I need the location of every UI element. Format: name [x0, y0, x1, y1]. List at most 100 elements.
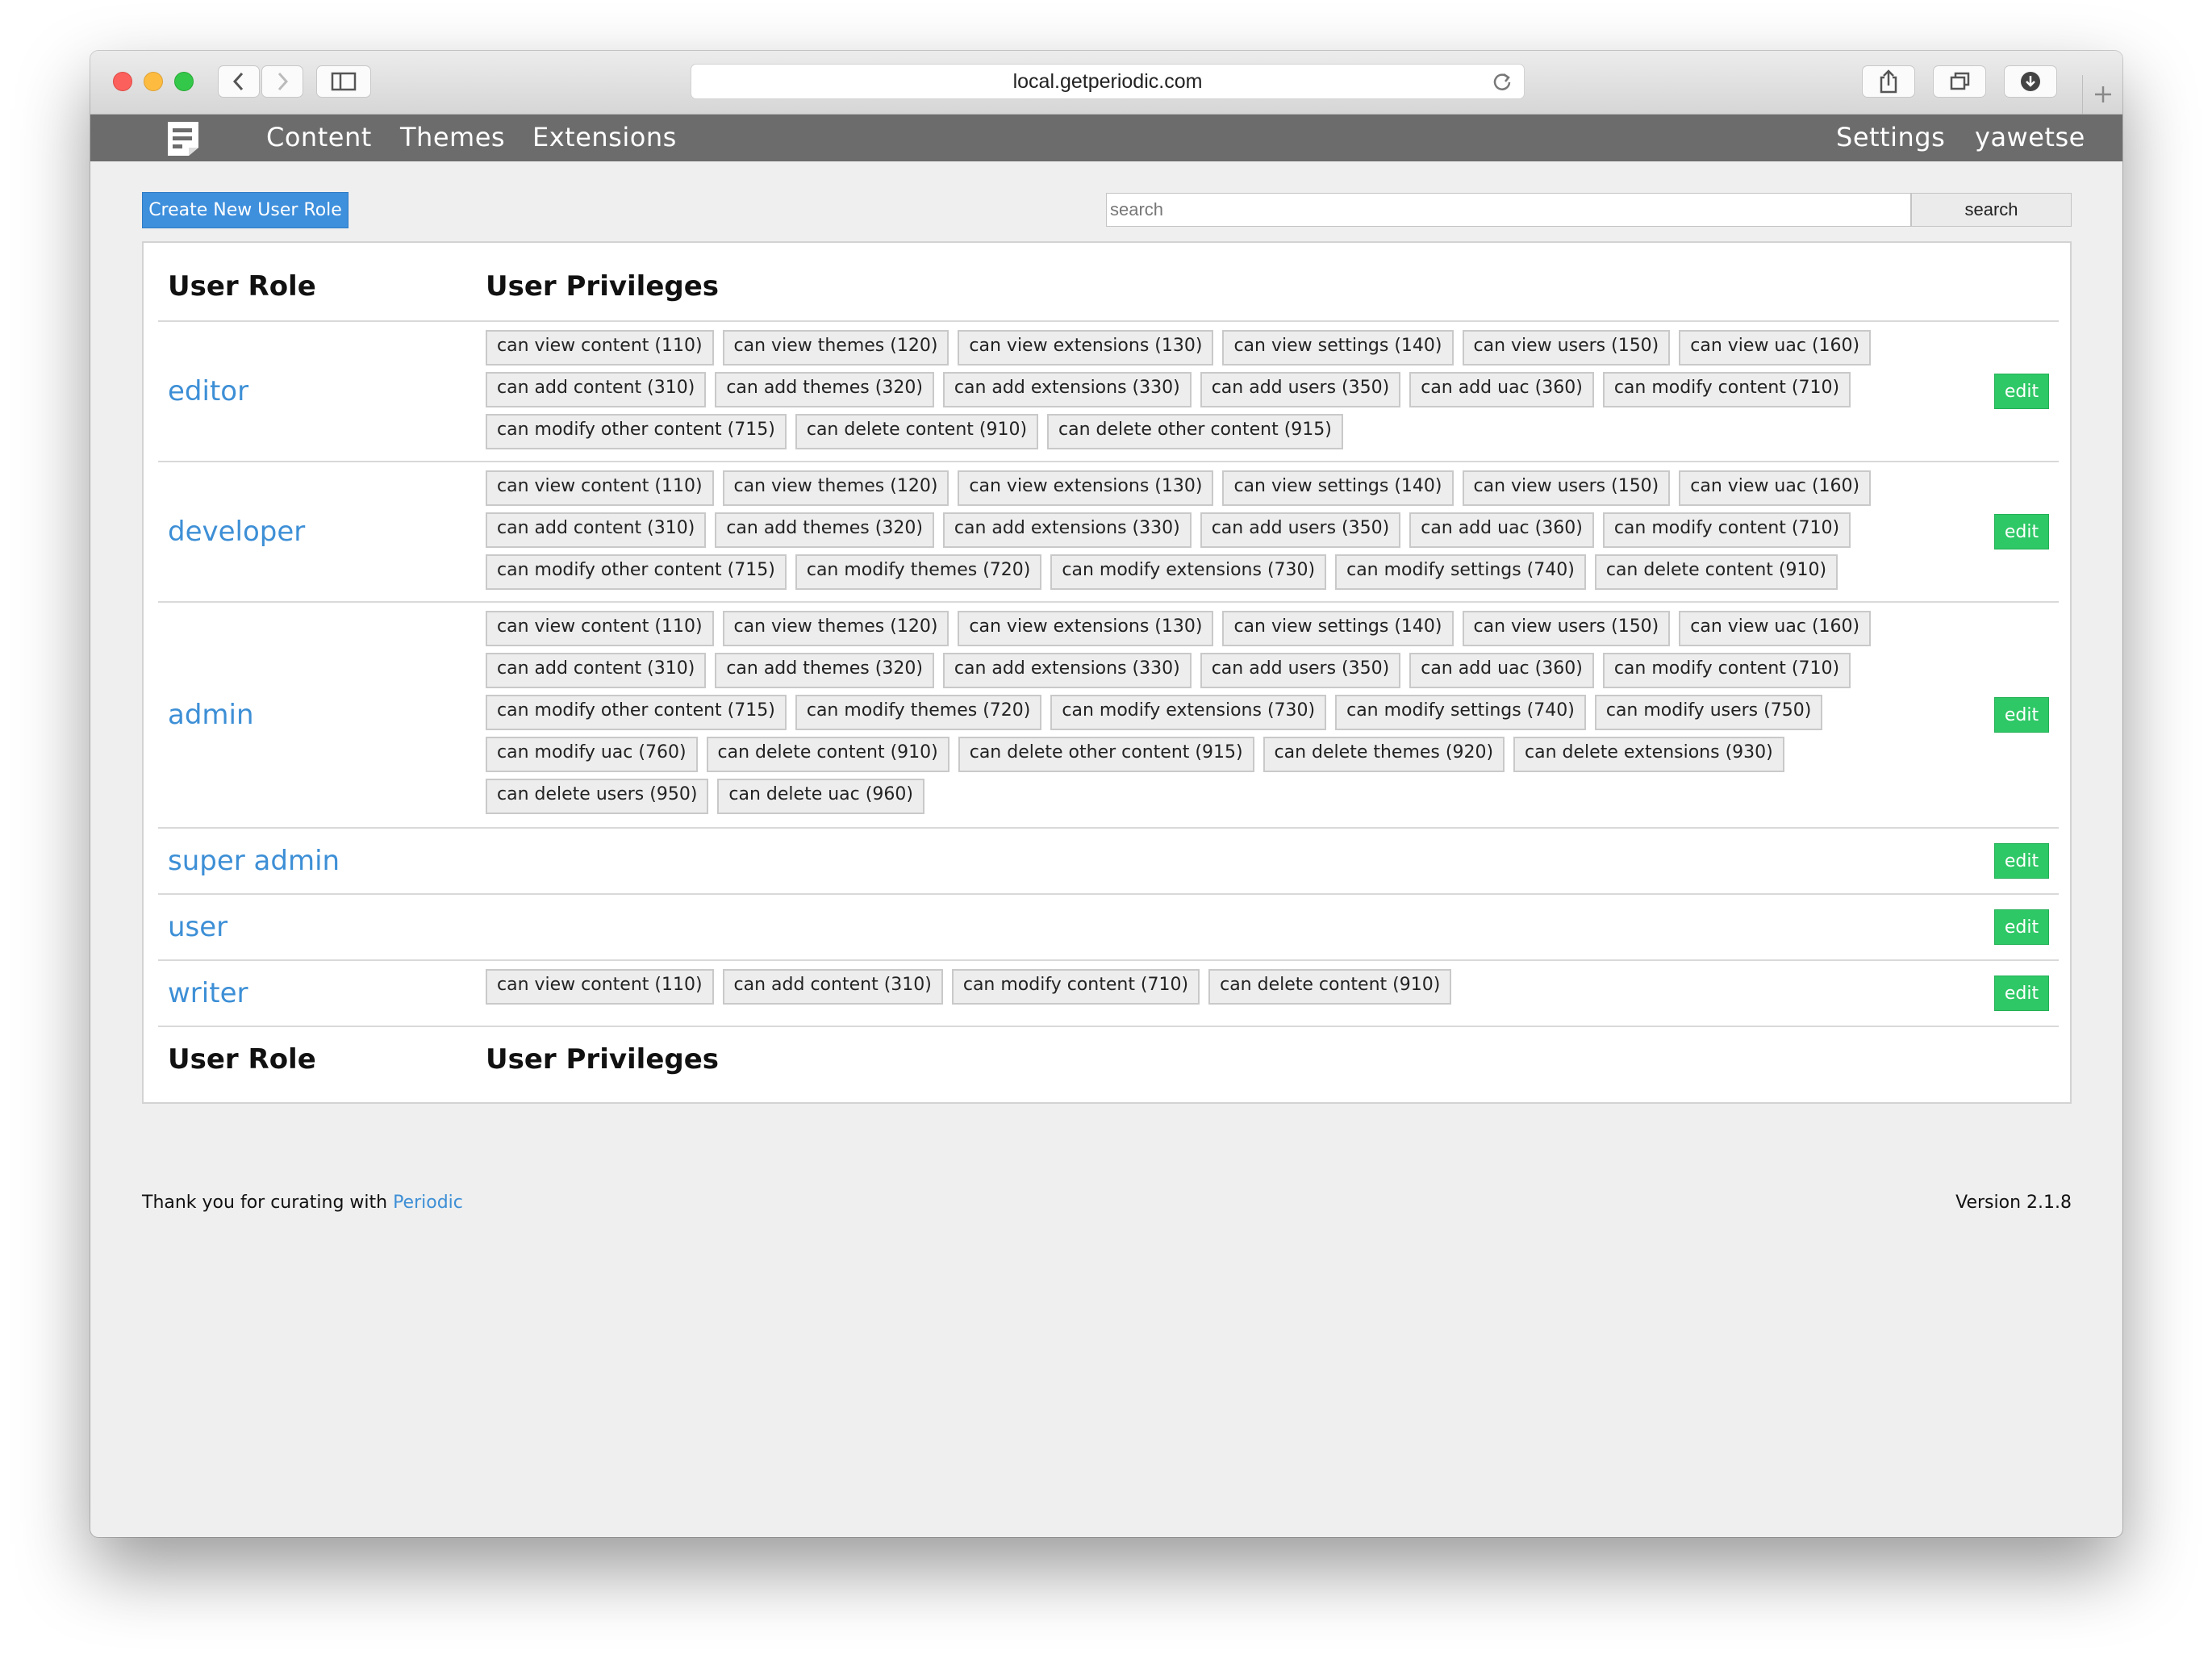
user-roles-table: User Role User Privileges editor can view… [158, 243, 2059, 1106]
privilege-tag: can add themes (320) [715, 653, 934, 688]
download-icon [2021, 72, 2040, 91]
downloads-button[interactable] [2004, 65, 2057, 98]
privilege-tag: can view themes (120) [722, 611, 949, 646]
privilege-tag: can view extensions (130) [958, 470, 1214, 506]
privilege-tag: can view settings (140) [1222, 611, 1454, 646]
privilege-tag: can modify content (710) [1602, 653, 1851, 688]
privilege-tag: can modify extensions (730) [1050, 554, 1327, 590]
privilege-tag: can delete content (910) [1594, 554, 1838, 590]
edit-role-button[interactable]: edit [1994, 374, 2049, 409]
user-privileges-column-header: User Privileges [486, 270, 720, 303]
forward-button[interactable] [261, 65, 303, 98]
nav-content-link[interactable]: Content [266, 122, 372, 152]
footer-credit: Thank you for curating with Periodic [142, 1193, 463, 1213]
privilege-tag: can add uac (360) [1409, 372, 1594, 407]
nav-extensions-link[interactable]: Extensions [532, 122, 677, 152]
role-name-link[interactable]: user [168, 911, 227, 943]
close-window-button[interactable] [113, 72, 132, 91]
table-row: editor can view content (110) can view the… [158, 322, 2059, 462]
table-row: super admin edit [158, 829, 2059, 895]
user-roles-panel: User Role User Privileges editor can view… [142, 241, 2072, 1104]
role-name-link[interactable]: editor [168, 375, 248, 407]
plus-icon [2094, 86, 2111, 102]
privilege-tag: can view themes (120) [722, 470, 949, 506]
table-row: developer can view content (110) can view … [158, 462, 2059, 603]
privilege-tag: can view uac (160) [1679, 470, 1872, 506]
edit-role-button[interactable]: edit [1994, 514, 2049, 549]
role-name-link[interactable]: super admin [168, 845, 340, 877]
nav-settings-link[interactable]: Settings [1836, 122, 1945, 152]
privilege-tag: can add content (310) [486, 512, 707, 548]
privilege-tag: can delete users (950) [486, 779, 709, 814]
privilege-tag: can view uac (160) [1679, 611, 1872, 646]
privilege-tag: can view users (150) [1462, 330, 1671, 366]
privilege-tag: can delete themes (920) [1263, 737, 1505, 772]
privilege-tag: can modify users (750) [1594, 695, 1823, 730]
edit-role-button[interactable]: edit [1994, 909, 2049, 945]
privilege-tag: can modify themes (720) [795, 554, 1042, 590]
privilege-tag: can add extensions (330) [942, 512, 1192, 548]
privilege-tag: can delete other content (915) [1047, 414, 1343, 449]
tabs-overview-button[interactable] [1933, 65, 1986, 98]
periodic-link[interactable]: Periodic [393, 1193, 463, 1213]
address-bar[interactable]: local.getperiodic.com [691, 64, 1525, 99]
privilege-tag: can add extensions (330) [942, 653, 1192, 688]
periodic-logo-icon[interactable] [165, 119, 202, 164]
edit-role-button[interactable]: edit [1994, 843, 2049, 879]
privilege-tag: can add users (350) [1200, 512, 1401, 548]
role-name-link[interactable]: developer [168, 516, 305, 548]
privilege-list: can view content (110) can view themes (1… [486, 330, 1954, 449]
zoom-window-button[interactable] [174, 72, 194, 91]
privilege-tag: can modify uac (760) [486, 737, 698, 772]
nav-user-link[interactable]: yawetse [1975, 122, 2085, 152]
search-button[interactable]: search [1911, 193, 2072, 227]
tabs-icon [1950, 72, 1970, 90]
privilege-list: can view content (110) can add content (3… [486, 969, 1954, 1005]
privilege-tag: can add uac (360) [1409, 653, 1594, 688]
table-footer: User Role User Privileges [158, 1027, 2059, 1106]
share-icon [1880, 69, 1897, 94]
search-input[interactable] [1106, 193, 1911, 227]
url-text: local.getperiodic.com [1012, 69, 1203, 93]
privilege-tag: can view content (110) [486, 611, 714, 646]
privilege-tag: can view settings (140) [1222, 470, 1454, 506]
privilege-tag: can modify content (710) [951, 969, 1200, 1005]
back-button[interactable] [218, 65, 260, 98]
footer-thanks-text: Thank you for curating with [142, 1193, 394, 1213]
user-privileges-column-footer: User Privileges [486, 1043, 720, 1076]
role-name-link[interactable]: admin [168, 699, 254, 731]
create-user-role-button[interactable]: Create New User Role [142, 192, 348, 228]
sidebar-toggle-button[interactable] [316, 65, 371, 98]
share-button[interactable] [1862, 65, 1915, 98]
edit-role-button[interactable]: edit [1994, 976, 2049, 1011]
edit-role-button[interactable]: edit [1994, 697, 2049, 733]
version-label: Version 2.1.8 [1955, 1193, 2072, 1213]
privilege-tag: can delete uac (960) [717, 779, 924, 814]
reload-icon[interactable] [1492, 71, 1513, 98]
user-role-column-header: User Role [168, 270, 316, 303]
privilege-tag: can add content (310) [486, 653, 707, 688]
privilege-tag: can view uac (160) [1679, 330, 1872, 366]
privilege-tag: can add users (350) [1200, 653, 1401, 688]
privilege-tag: can view extensions (130) [958, 330, 1214, 366]
privilege-tag: can delete content (910) [1208, 969, 1452, 1005]
privilege-tag: can modify other content (715) [486, 695, 787, 730]
privilege-tag: can modify settings (740) [1335, 554, 1586, 590]
privilege-tag: can view extensions (130) [958, 611, 1214, 646]
privilege-tag: can add uac (360) [1409, 512, 1594, 548]
privilege-tag: can delete extensions (930) [1513, 737, 1784, 772]
minimize-window-button[interactable] [144, 72, 163, 91]
privilege-tag: can add content (310) [722, 969, 943, 1005]
privilege-tag: can view users (150) [1462, 611, 1671, 646]
new-tab-button[interactable] [2082, 75, 2122, 114]
chevron-left-icon [232, 72, 244, 91]
table-body: editor can view content (110) can view the… [158, 322, 2059, 1027]
privilege-tag: can modify settings (740) [1335, 695, 1586, 730]
privilege-tag: can modify themes (720) [795, 695, 1042, 730]
chevron-right-icon [278, 72, 289, 91]
browser-window: local.getperiodic.com Content Themes Ext… [90, 51, 2122, 1537]
privilege-tag: can add users (350) [1200, 372, 1401, 407]
nav-themes-link[interactable]: Themes [400, 122, 505, 152]
role-name-link[interactable]: writer [168, 977, 248, 1009]
sidebar-icon [331, 72, 357, 91]
